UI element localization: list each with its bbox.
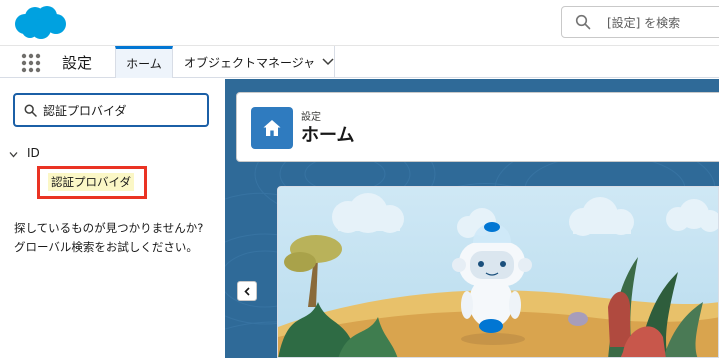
salesforce-cloud-logo[interactable] [13,5,67,41]
chevron-left-icon [244,287,250,296]
collapse-sidebar-button[interactable] [237,281,257,301]
tree-item-auth-providers[interactable]: 認証プロバイダ [48,173,135,191]
context-nav-bar: 設定 ホーム オブジェクトマネージャ [0,45,719,78]
hero-illustration-card [277,186,719,358]
tab-object-manager-label: オブジェクトマネージャ [184,56,316,70]
chevron-down-icon[interactable] [322,57,334,67]
page-title: ホーム [301,125,355,146]
search-icon [575,14,591,30]
quick-find-value: 認証プロバイダ [43,104,127,118]
global-search-input[interactable]: [設定] を検索 [561,6,719,38]
tab-object-manager[interactable]: オブジェクトマネージャ [175,46,335,78]
quick-find-input[interactable]: 認証プロバイダ [13,93,209,127]
search-icon [24,104,37,117]
astro-illustration [278,187,718,357]
highlight-annotation-box: 認証プロバイダ [37,166,147,199]
setup-sidebar: 認証プロバイダ ID 認証プロバイダ 探しているものが見つかりませんか? グロー… [0,79,225,358]
tree-group-id[interactable]: ID [27,146,40,160]
home-tile [251,107,293,149]
page-header: 設定 ホーム [236,92,719,162]
tab-home[interactable]: ホーム [115,46,173,78]
global-search-placeholder: [設定] を検索 [607,16,681,30]
no-result-help-text: 探しているものが見つかりませんか? グローバル検索をお試しください。 [14,219,203,257]
chevron-down-icon[interactable] [9,150,18,159]
app-name: 設定 [62,54,93,72]
no-result-line-1: 探しているものが見つかりませんか? [14,221,204,235]
app-launcher-grid-icon[interactable] [21,53,41,73]
no-result-line-2: グローバル検索をお試しください。 [14,240,198,254]
global-header: [設定] を検索 [0,0,719,45]
home-icon [263,120,281,136]
